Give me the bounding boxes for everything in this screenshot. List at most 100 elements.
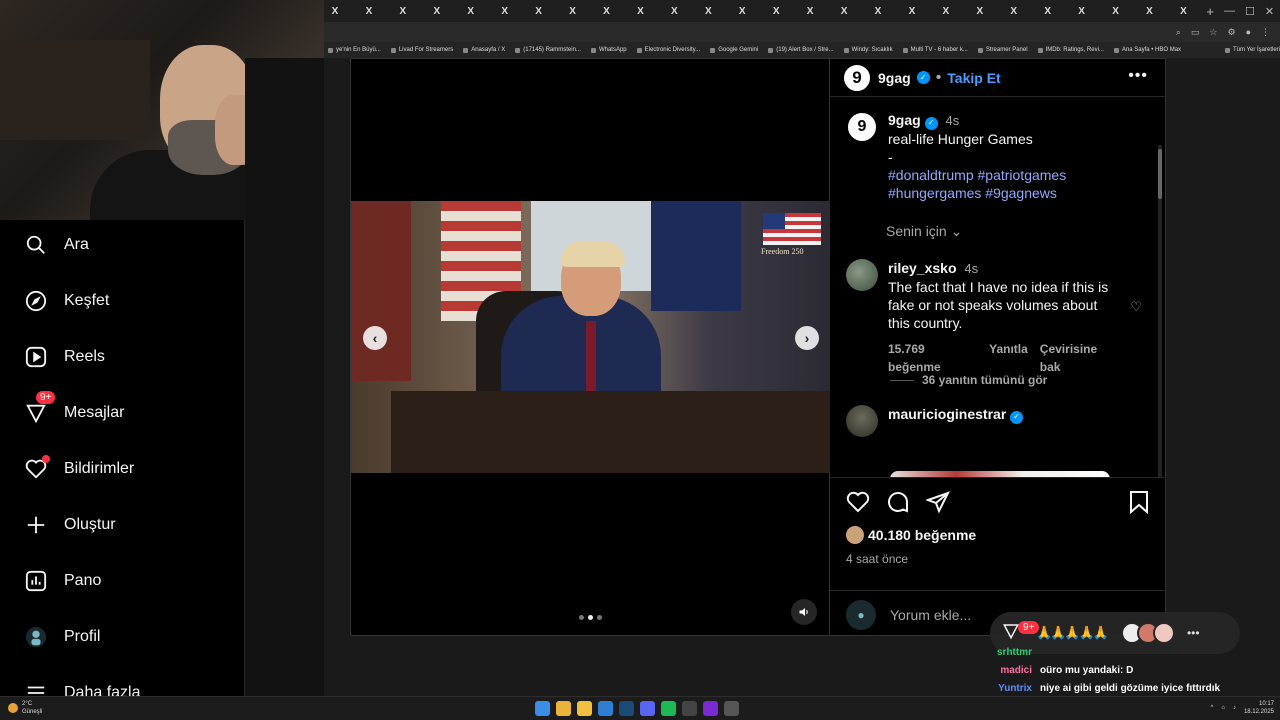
cast-icon[interactable]: ▭: [1191, 27, 1200, 38]
sidebar-item-explore[interactable]: Keşfet: [24, 286, 109, 316]
bookmark-item[interactable]: Windy: Sıcaklık: [843, 47, 893, 53]
tab-close-icon[interactable]: X: [1172, 0, 1194, 22]
tab-close-icon[interactable]: X: [799, 0, 821, 22]
comment-avatar[interactable]: [846, 405, 878, 437]
carousel-dot[interactable]: [588, 615, 593, 620]
tab-close-icon[interactable]: X: [494, 0, 516, 22]
tab-close-icon[interactable]: X: [392, 0, 414, 22]
sidebar-item-reels[interactable]: Reels: [24, 342, 105, 372]
sort-dropdown[interactable]: Senin için ⌄: [886, 223, 962, 240]
tab-close-icon[interactable]: X: [562, 0, 584, 22]
comment-username[interactable]: riley_xsko: [888, 260, 957, 276]
carousel-next-button[interactable]: ›: [795, 326, 819, 350]
view-replies-button[interactable]: 36 yanıtın tümünü gör: [890, 373, 1047, 387]
comment-username[interactable]: mauricioginestrar: [888, 406, 1006, 422]
steam-icon[interactable]: [619, 701, 634, 716]
bookmark-item[interactable]: (17145) Rammstein...: [515, 47, 581, 53]
likes-count[interactable]: 40.180 beğenme: [846, 526, 976, 544]
tab-close-icon[interactable]: X: [867, 0, 889, 22]
comment-likes[interactable]: 15.769 beğenme: [888, 340, 977, 376]
comment-like-icon[interactable]: ♡: [1130, 299, 1142, 315]
tab-close-icon[interactable]: X: [697, 0, 719, 22]
tab-close-icon[interactable]: X: [1003, 0, 1025, 22]
spotify-icon[interactable]: [661, 701, 676, 716]
caption-avatar[interactable]: 9: [846, 111, 878, 143]
account-avatar[interactable]: 9: [842, 62, 872, 93]
star-icon[interactable]: ☆: [1209, 27, 1217, 38]
bookmark-item[interactable]: (19) Alert Box / Stre...: [768, 47, 834, 53]
zoom-icon[interactable]: ⌕: [1176, 27, 1181, 38]
bookmark-item[interactable]: Multi TV - 6 haber k...: [902, 47, 968, 53]
folder-icon[interactable]: [577, 701, 592, 716]
caption-username[interactable]: 9gag: [888, 112, 921, 128]
caption-hashtags-1[interactable]: #donaldtrump #patriotgames: [888, 166, 1066, 184]
comment-icon[interactable]: [886, 490, 910, 514]
dock-avatar[interactable]: [1152, 622, 1175, 644]
tab-close-icon[interactable]: X: [1139, 0, 1161, 22]
tab-close-icon[interactable]: X: [1037, 0, 1059, 22]
start-icon[interactable]: [535, 701, 550, 716]
tab-close-icon[interactable]: X: [460, 0, 482, 22]
tab-close-icon[interactable]: X: [358, 0, 380, 22]
tab-close-icon[interactable]: X: [901, 0, 923, 22]
tab-close-icon[interactable]: X: [1071, 0, 1093, 22]
bookmark-icon[interactable]: [1128, 490, 1150, 519]
weather-widget[interactable]: 2°C Güneşli: [8, 700, 42, 716]
bookmark-item[interactable]: Livad For Streamers: [390, 47, 453, 53]
bookmark-item[interactable]: Electronic Diversity...: [636, 47, 700, 53]
comment-input[interactable]: Yorum ekle...: [890, 607, 971, 623]
clock[interactable]: 10:17 18.12.2025: [1244, 700, 1274, 716]
more-options-icon[interactable]: •••: [1128, 67, 1148, 85]
bookmark-item[interactable]: Anasayfa / X: [463, 47, 505, 53]
sidebar-item-notifications[interactable]: Bildirimler: [24, 454, 134, 484]
sidebar-item-messages[interactable]: 9+ Mesajlar: [24, 391, 124, 428]
app-icon[interactable]: [724, 701, 739, 716]
follow-button[interactable]: Takip Et: [947, 70, 1000, 86]
bookmark-item[interactable]: Streamer Panel: [977, 47, 1028, 53]
bookmark-item[interactable]: Ana Sayfa • HBO Max: [1113, 47, 1181, 53]
carousel-dot[interactable]: [579, 615, 584, 620]
reply-button[interactable]: Yanıtla: [989, 340, 1028, 376]
window-minimize-icon[interactable]: —: [1224, 5, 1235, 17]
chrome-icon[interactable]: [556, 701, 571, 716]
carousel-dot[interactable]: [597, 615, 602, 620]
sidebar-item-dashboard[interactable]: Pano: [24, 566, 101, 596]
tab-close-icon[interactable]: X: [324, 0, 346, 22]
tab-close-icon[interactable]: X: [833, 0, 855, 22]
header-username[interactable]: 9gag: [878, 70, 911, 86]
tab-close-icon[interactable]: X: [1105, 0, 1127, 22]
bookmark-item[interactable]: WhatsApp: [590, 47, 627, 53]
sidebar-item-search[interactable]: Ara: [24, 230, 89, 260]
tab-close-icon[interactable]: X: [663, 0, 685, 22]
extensions-icon[interactable]: ⚙: [1227, 27, 1235, 38]
comments-scrollbar[interactable]: [1158, 145, 1162, 477]
tab-close-icon[interactable]: X: [596, 0, 618, 22]
tab-close-icon[interactable]: X: [629, 0, 651, 22]
tray-chevron-icon[interactable]: ^: [1211, 705, 1214, 711]
comment-avatar[interactable]: [846, 259, 878, 291]
volume-icon[interactable]: ♪: [1233, 705, 1236, 711]
bookmark-item[interactable]: Google Gemini: [710, 47, 758, 53]
scrollbar-thumb[interactable]: [1158, 149, 1162, 199]
window-close-icon[interactable]: ✕: [1265, 5, 1274, 18]
sidebar-item-create[interactable]: Oluştur: [24, 510, 116, 540]
browser-menu-icon[interactable]: ⋮: [1261, 27, 1270, 38]
profile-icon[interactable]: ●: [1246, 27, 1251, 37]
tab-close-icon[interactable]: X: [765, 0, 787, 22]
post-video[interactable]: Freedom 250 ‹ ›: [351, 201, 831, 473]
caption-hashtags-2[interactable]: #hungergames #9gagnews: [888, 184, 1066, 202]
tab-close-icon[interactable]: X: [935, 0, 957, 22]
discord-icon[interactable]: [640, 701, 655, 716]
new-tab-button[interactable]: +: [1206, 4, 1214, 19]
window-maximize-icon[interactable]: ☐: [1245, 5, 1255, 18]
sidebar-item-profile[interactable]: Profil: [24, 622, 100, 652]
tab-close-icon[interactable]: X: [426, 0, 448, 22]
mute-button[interactable]: [791, 599, 817, 625]
tab-close-icon[interactable]: X: [969, 0, 991, 22]
like-icon[interactable]: [846, 490, 870, 514]
tab-close-icon[interactable]: X: [528, 0, 550, 22]
edge-icon[interactable]: [598, 701, 613, 716]
bookmark-item[interactable]: ye'nin En Büyü...: [328, 47, 381, 53]
app-icon[interactable]: [703, 701, 718, 716]
tab-close-icon[interactable]: X: [731, 0, 753, 22]
